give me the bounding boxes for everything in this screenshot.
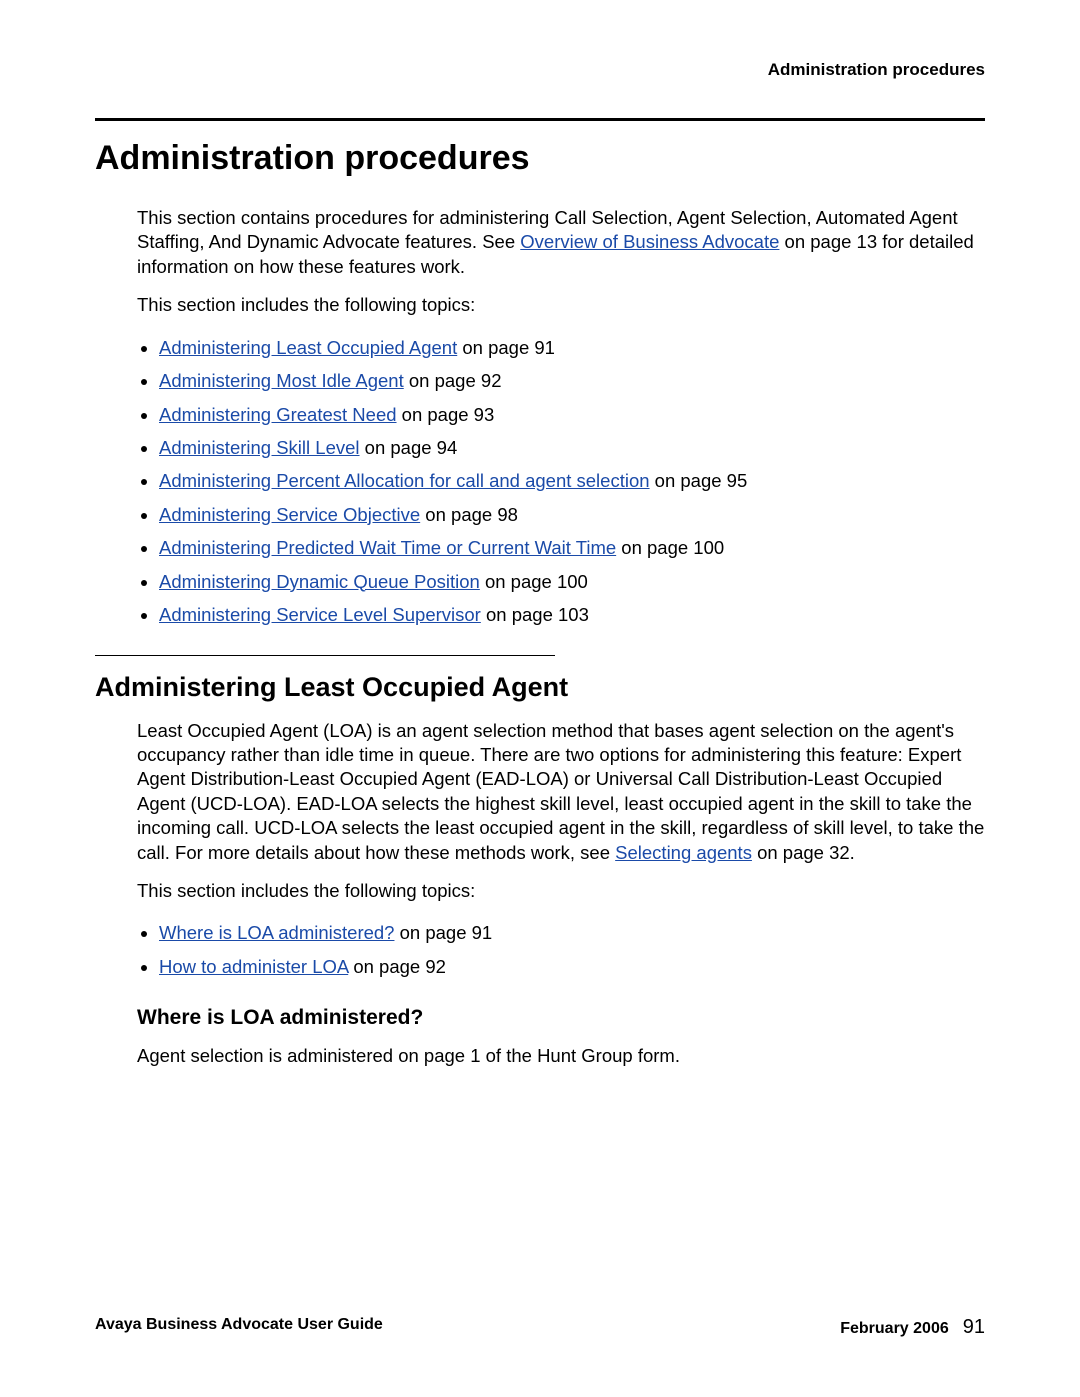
list-item: Administering Service Objective on page … (159, 499, 985, 530)
loa-post: on page 32. (752, 842, 855, 863)
list-item: Administering Least Occupied Agent on pa… (159, 332, 985, 363)
topics-lead: This section includes the following topi… (137, 293, 985, 317)
page: Administration procedures Administration… (0, 0, 1080, 1397)
list-item-tail: on page 103 (481, 604, 589, 625)
list-item-tail: on page 92 (404, 370, 502, 391)
list-item: Administering Predicted Wait Time or Cur… (159, 532, 985, 563)
body: This section contains procedures for adm… (137, 206, 985, 631)
list-item: Administering Dynamic Queue Position on … (159, 566, 985, 597)
top-rule (95, 118, 985, 121)
link-administering-predicted-wait-time[interactable]: Administering Predicted Wait Time or Cur… (159, 537, 616, 558)
link-administering-skill-level[interactable]: Administering Skill Level (159, 437, 360, 458)
link-where-is-loa-administered[interactable]: Where is LOA administered? (159, 922, 394, 943)
list-item-tail: on page 98 (420, 504, 518, 525)
list-item: Where is LOA administered? on page 91 (159, 917, 985, 948)
list-item: Administering Service Level Supervisor o… (159, 599, 985, 630)
sub-topics-lead: This section includes the following topi… (137, 879, 985, 903)
subsub-paragraph: Agent selection is administered on page … (137, 1044, 985, 1068)
footer-left: Avaya Business Advocate User Guide (95, 1316, 383, 1339)
link-administering-greatest-need[interactable]: Administering Greatest Need (159, 404, 397, 425)
link-administering-percent-allocation[interactable]: Administering Percent Allocation for cal… (159, 470, 650, 491)
section-title: Administration procedures (95, 139, 985, 178)
list-item-tail: on page 91 (394, 922, 492, 943)
list-item-tail: on page 94 (360, 437, 458, 458)
list-item: How to administer LOA on page 92 (159, 951, 985, 982)
running-head: Administration procedures (95, 60, 985, 80)
list-item-tail: on page 93 (397, 404, 495, 425)
list-item: Administering Most Idle Agent on page 92 (159, 365, 985, 396)
footer-page-number: 91 (963, 1316, 985, 1338)
list-item: Administering Greatest Need on page 93 (159, 399, 985, 430)
subsubsection-title: Where is LOA administered? (137, 1006, 985, 1030)
list-item-tail: on page 91 (457, 337, 555, 358)
topics-list: Administering Least Occupied Agent on pa… (137, 332, 985, 631)
link-administering-least-occupied-agent[interactable]: Administering Least Occupied Agent (159, 337, 457, 358)
loa-paragraph: Least Occupied Agent (LOA) is an agent s… (137, 719, 985, 865)
sub-rule (95, 655, 555, 656)
loa-pre: Least Occupied Agent (LOA) is an agent s… (137, 720, 984, 863)
footer-date: February 2006 (840, 1320, 949, 1337)
link-overview-business-advocate[interactable]: Overview of Business Advocate (520, 231, 779, 252)
subsection-title: Administering Least Occupied Agent (95, 672, 985, 703)
list-item-tail: on page 100 (480, 571, 588, 592)
link-administering-most-idle-agent[interactable]: Administering Most Idle Agent (159, 370, 404, 391)
list-item: Administering Percent Allocation for cal… (159, 465, 985, 496)
intro-paragraph: This section contains procedures for adm… (137, 206, 985, 279)
link-selecting-agents[interactable]: Selecting agents (615, 842, 752, 863)
link-how-to-administer-loa[interactable]: How to administer LOA (159, 956, 348, 977)
sub-topics-list: Where is LOA administered? on page 91 Ho… (137, 917, 985, 982)
link-administering-service-level-supervisor[interactable]: Administering Service Level Supervisor (159, 604, 481, 625)
link-administering-service-objective[interactable]: Administering Service Objective (159, 504, 420, 525)
sub-body: Least Occupied Agent (LOA) is an agent s… (137, 719, 985, 1069)
footer: Avaya Business Advocate User Guide Febru… (95, 1316, 985, 1339)
list-item-tail: on page 92 (348, 956, 446, 977)
list-item-tail: on page 95 (650, 470, 748, 491)
footer-right: February 2006 91 (840, 1316, 985, 1339)
list-item: Administering Skill Level on page 94 (159, 432, 985, 463)
list-item-tail: on page 100 (616, 537, 724, 558)
link-administering-dynamic-queue-position[interactable]: Administering Dynamic Queue Position (159, 571, 480, 592)
